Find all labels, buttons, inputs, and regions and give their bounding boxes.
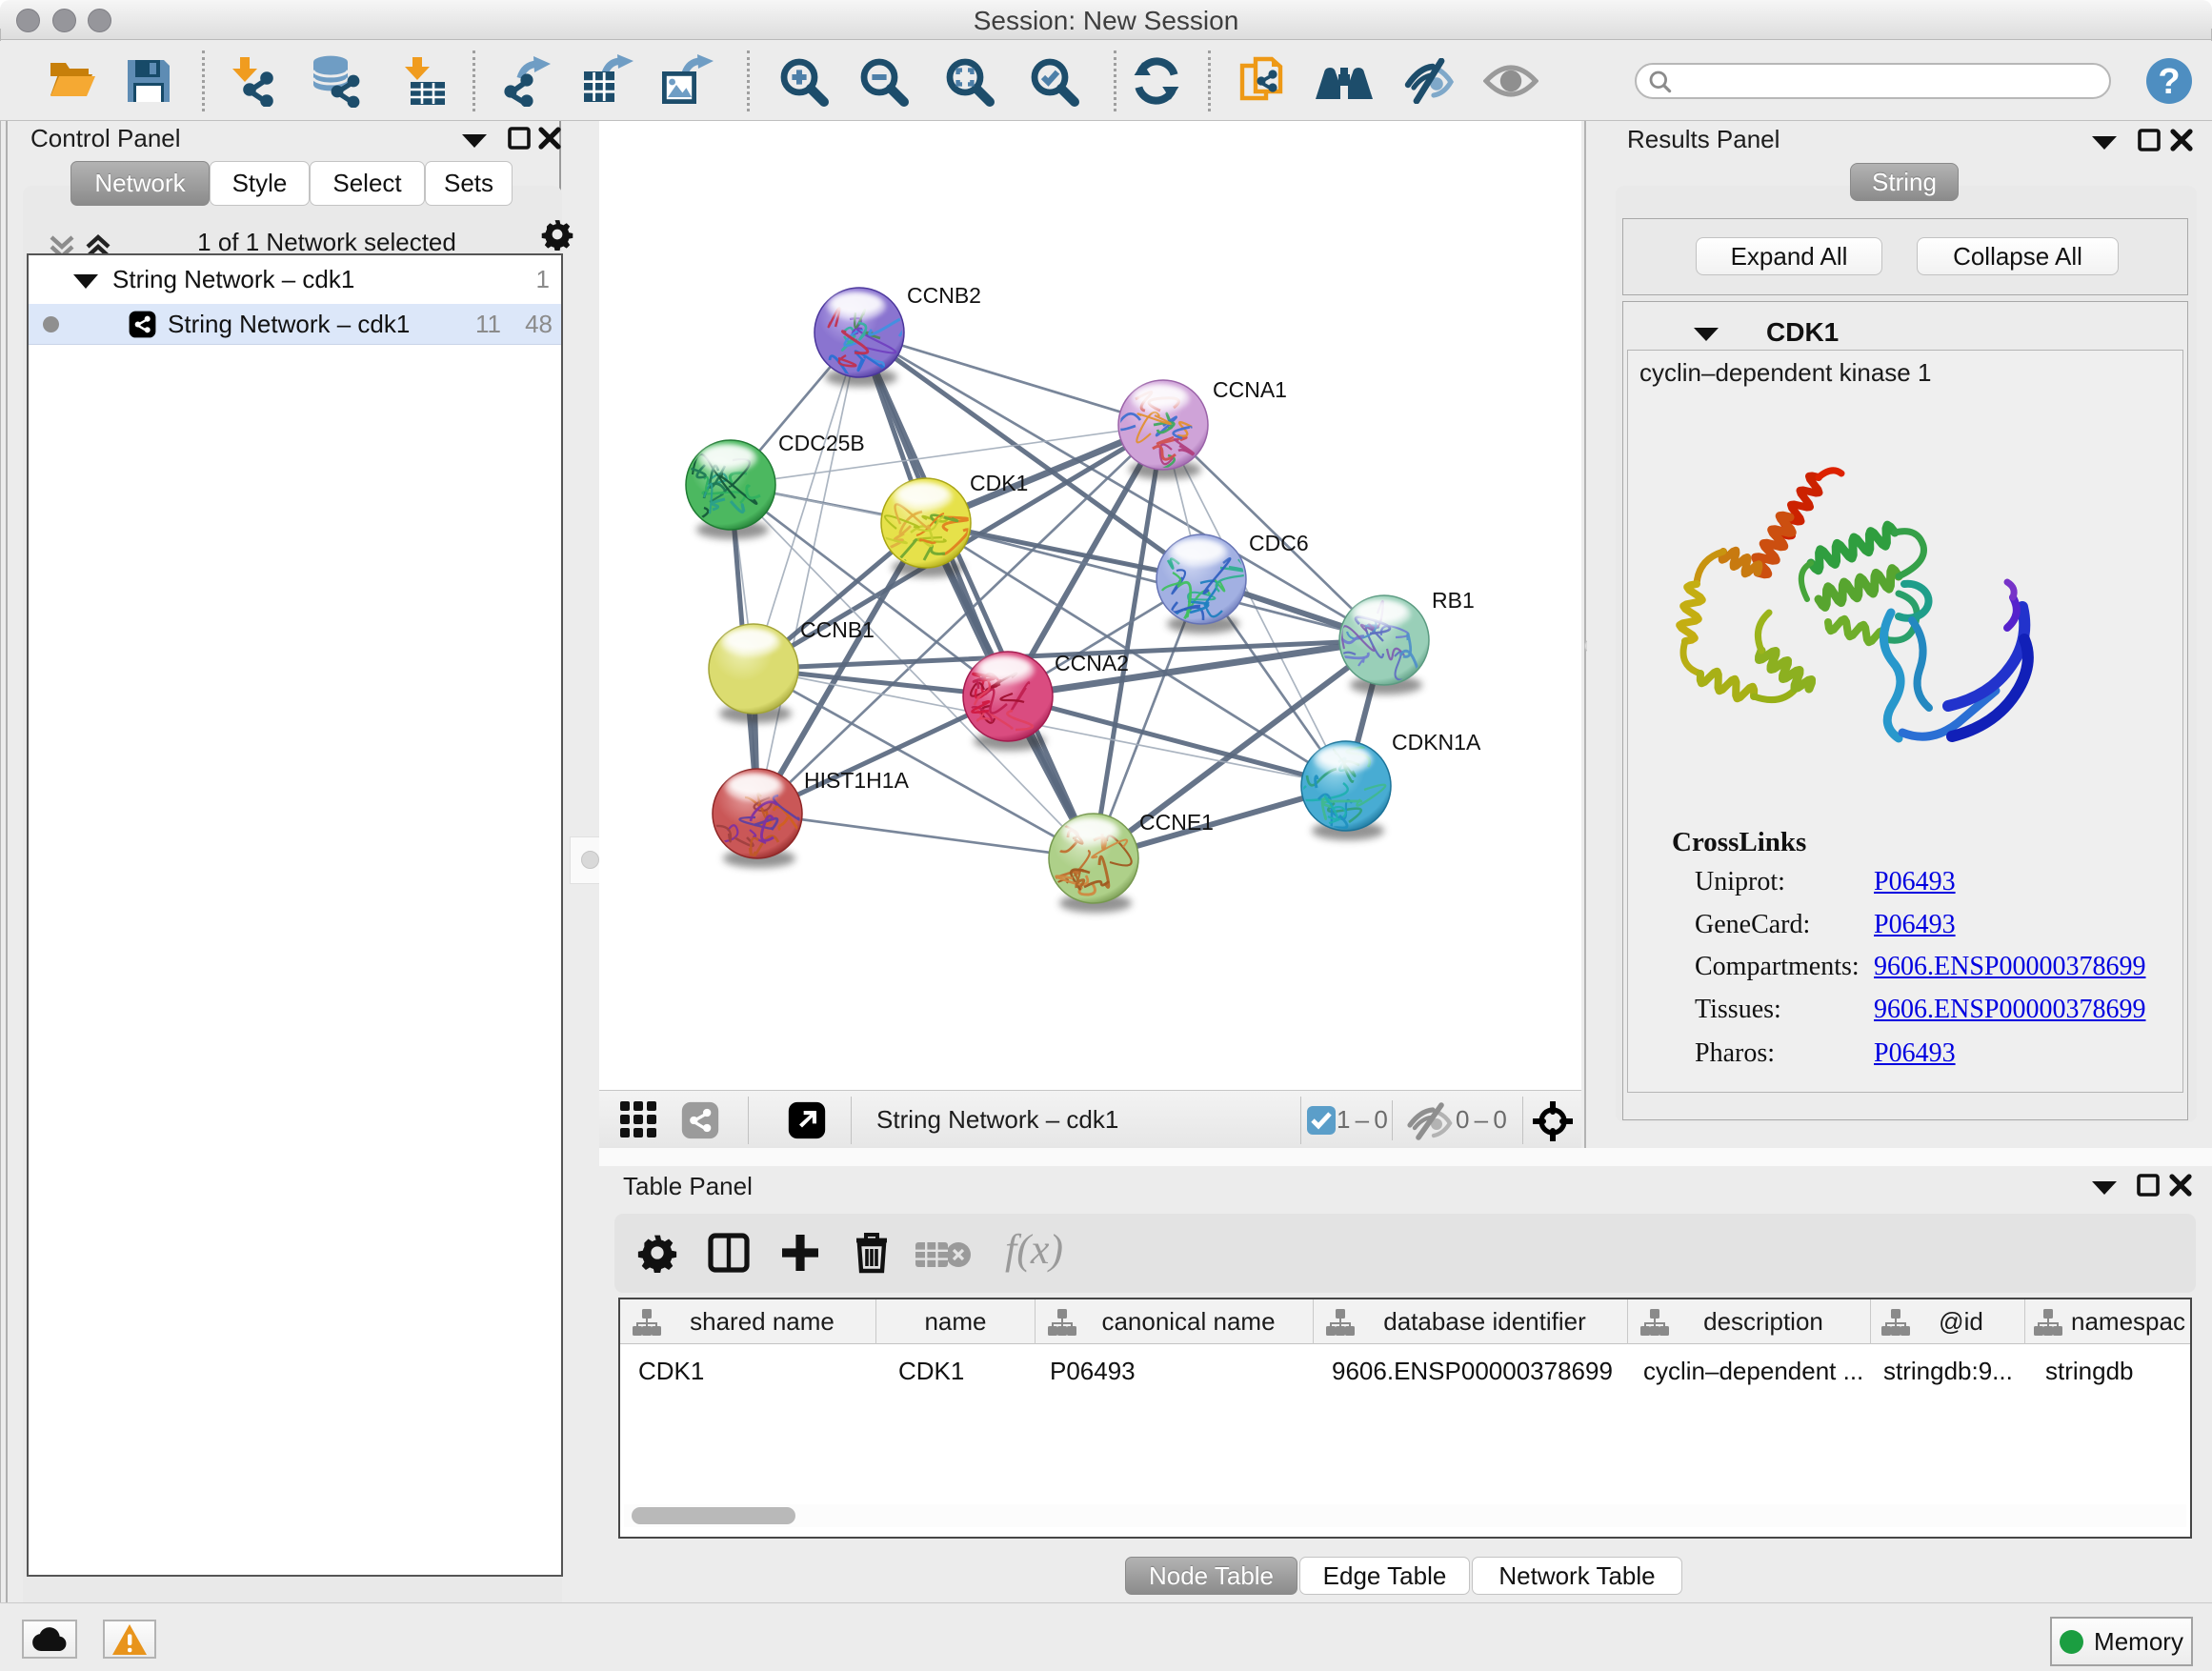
svg-text:CCNA1: CCNA1 — [1213, 377, 1287, 402]
svg-text:?: ? — [2158, 62, 2180, 102]
svg-text:CDKN1A: CDKN1A — [1392, 730, 1481, 755]
svg-text:CDC25B: CDC25B — [778, 431, 865, 455]
svg-text:CCNA2: CCNA2 — [1055, 651, 1129, 675]
svg-text:CDK1: CDK1 — [970, 471, 1028, 495]
svg-text:CCNB2: CCNB2 — [907, 283, 981, 308]
svg-text:CDC6: CDC6 — [1249, 531, 1309, 555]
svg-text:CCNE1: CCNE1 — [1139, 810, 1214, 835]
svg-text:HIST1H1A: HIST1H1A — [804, 768, 910, 793]
svg-text:RB1: RB1 — [1432, 588, 1475, 613]
svg-text:CCNB1: CCNB1 — [800, 617, 875, 642]
